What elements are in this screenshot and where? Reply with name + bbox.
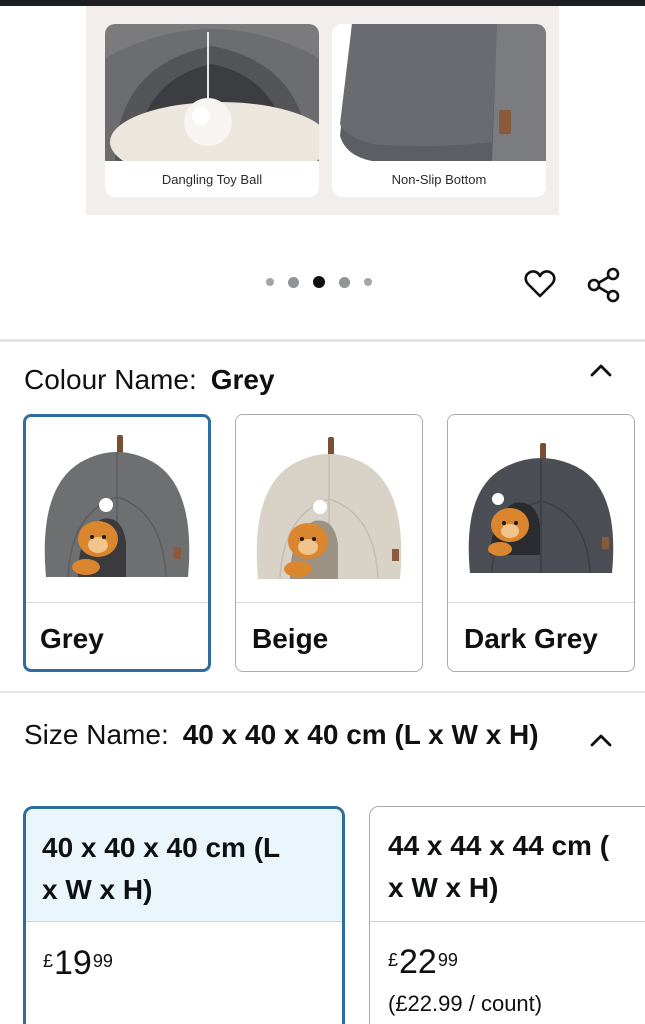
- share-icon[interactable]: [585, 266, 623, 304]
- price-fraction: 99: [92, 951, 113, 971]
- colour-name-label: Colour Name:: [24, 364, 197, 395]
- carousel-page-indicator: [266, 276, 372, 288]
- feature-caption: Dangling Toy Ball: [161, 171, 263, 187]
- size-option-40cm[interactable]: 40 x 40 x 40 cm (L x W x H) £ 19 99: [23, 806, 345, 1024]
- toy-ball-photo: [105, 24, 319, 161]
- carousel-dot[interactable]: [288, 276, 299, 288]
- swatch-label: Grey: [40, 623, 104, 654]
- price: £ 19 99: [43, 945, 113, 981]
- product-image-carousel[interactable]: Dangling Toy Ball Non-Slip Bottom: [86, 6, 559, 215]
- carousel-dot[interactable]: [364, 278, 372, 286]
- colour-selected-value: Grey: [210, 364, 275, 395]
- swatch-label: Dark Grey: [464, 623, 598, 654]
- swatch-label: Beige: [252, 623, 329, 654]
- swatch-separator: [236, 602, 422, 603]
- dark-grey-tent-photo: [448, 415, 634, 602]
- colour-swatch-dark-grey[interactable]: Dark Grey: [447, 414, 635, 672]
- colour-name-heading: Colour Name: Grey: [24, 364, 275, 396]
- size-option-title: 44 x 44 x 44 cm ( x W x H): [370, 807, 645, 921]
- size-title-line: 44 x 44 x 44 cm (: [388, 830, 610, 861]
- price-fraction: 99: [437, 950, 458, 970]
- price-whole: 22: [399, 943, 437, 981]
- size-title-line: x W x H): [42, 874, 153, 905]
- unit-price: (£22.99 / count): [388, 991, 543, 1016]
- price-whole: 19: [54, 944, 92, 982]
- price-currency: £: [43, 951, 54, 971]
- size-card-separator: [26, 921, 342, 922]
- feature-card-non-slip: Non-Slip Bottom: [332, 24, 546, 197]
- heart-icon[interactable]: [523, 267, 557, 301]
- swatch-separator: [26, 602, 208, 603]
- size-option-title: 40 x 40 x 40 cm (L x W x H): [26, 809, 342, 921]
- non-slip-bottom-photo: [332, 24, 546, 161]
- price-currency: £: [388, 950, 399, 970]
- grey-tent-photo: [26, 417, 208, 602]
- section-divider: [0, 339, 645, 342]
- carousel-dot[interactable]: [266, 278, 274, 286]
- carousel-dot[interactable]: [339, 276, 350, 288]
- chevron-up-icon[interactable]: [588, 728, 614, 754]
- section-divider: [0, 691, 645, 693]
- feature-card-toy-ball: Dangling Toy Ball: [105, 24, 319, 197]
- size-selected-value: 40 x 40 x 40 cm (L x W x H): [182, 719, 539, 750]
- size-name-label: Size Name:: [24, 719, 169, 750]
- colour-swatch-grey[interactable]: Grey: [23, 414, 211, 672]
- feature-caption: Non-Slip Bottom: [391, 171, 487, 187]
- size-title-line: 40 x 40 x 40 cm (L: [42, 832, 281, 863]
- size-card-separator: [370, 921, 645, 922]
- price: £ 22 99: [388, 944, 458, 980]
- beige-tent-photo: [236, 415, 422, 602]
- size-title-line: x W x H): [388, 872, 499, 903]
- colour-swatch-beige[interactable]: Beige: [235, 414, 423, 672]
- swatch-separator: [448, 602, 634, 603]
- size-option-44cm[interactable]: 44 x 44 x 44 cm ( x W x H) £ 22 99 (£22.…: [369, 806, 645, 1024]
- chevron-up-icon[interactable]: [588, 358, 614, 384]
- size-name-heading: Size Name: 40 x 40 x 40 cm (L x W x H): [24, 715, 564, 755]
- carousel-dot-active[interactable]: [313, 276, 325, 288]
